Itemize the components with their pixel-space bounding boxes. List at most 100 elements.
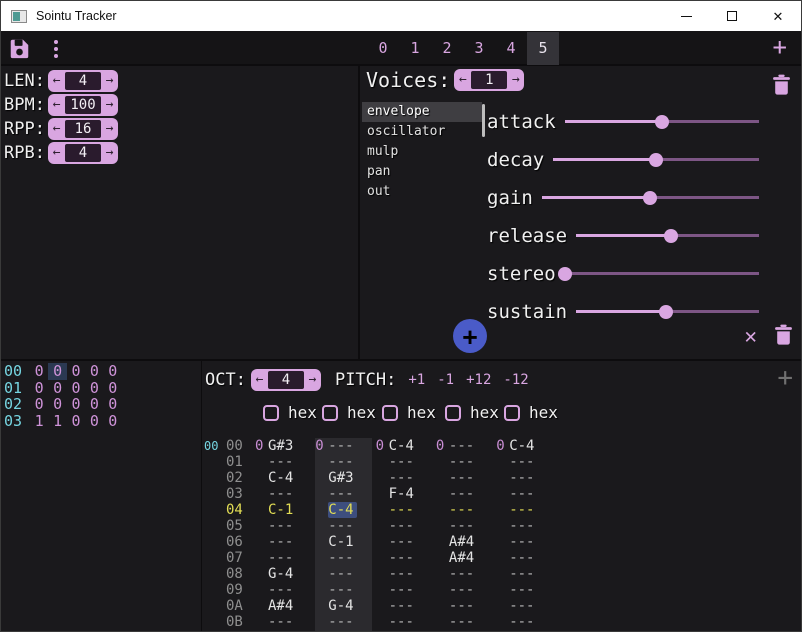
pattern-cell[interactable]: --- — [389, 502, 418, 518]
pattern-number[interactable] — [255, 550, 268, 566]
pattern-number[interactable] — [255, 454, 268, 470]
order-cell[interactable]: 0 — [48, 396, 66, 413]
minimize-button[interactable] — [663, 1, 709, 31]
pattern-cell[interactable]: --- — [389, 582, 418, 598]
release-slider-thumb[interactable] — [664, 229, 678, 243]
pattern-cell[interactable]: C-4 — [328, 502, 357, 518]
pattern-number[interactable] — [315, 534, 328, 550]
rpp-decrement-button[interactable]: ← — [48, 118, 65, 140]
pattern-number[interactable] — [315, 486, 328, 502]
order-cell[interactable]: 1 — [30, 413, 48, 430]
pattern-cell[interactable]: --- — [509, 502, 538, 518]
rpp-increment-button[interactable]: → — [101, 118, 118, 140]
pattern-cell[interactable]: --- — [389, 534, 418, 550]
pattern-cell[interactable]: --- — [509, 598, 538, 614]
pattern-number[interactable] — [436, 470, 449, 486]
decay-slider-thumb[interactable] — [649, 153, 663, 167]
pattern-cell[interactable]: C-4 — [389, 438, 418, 454]
tab-instrument-3[interactable]: 3 — [463, 32, 495, 65]
pattern-number[interactable] — [376, 454, 389, 470]
bpm-increment-button[interactable]: → — [101, 94, 118, 116]
close-button[interactable]: ✕ — [755, 1, 801, 31]
pattern-number[interactable]: 0 — [436, 438, 449, 454]
voices-decrement-button[interactable]: ← — [454, 69, 471, 91]
pattern-number[interactable] — [496, 470, 509, 486]
order-cell[interactable]: 0 — [30, 380, 48, 397]
order-cell[interactable]: 0 — [85, 363, 103, 380]
pattern-cell[interactable]: --- — [328, 566, 357, 582]
stereo-slider[interactable] — [565, 267, 759, 281]
pattern-number[interactable]: 0 — [255, 438, 268, 454]
tab-instrument-2[interactable]: 2 — [431, 32, 463, 65]
release-slider[interactable] — [576, 229, 759, 243]
len-increment-button[interactable]: → — [101, 70, 118, 92]
pattern-cell[interactable]: --- — [509, 614, 538, 630]
menu-button[interactable] — [54, 40, 58, 58]
len-decrement-button[interactable]: ← — [48, 70, 65, 92]
gain-slider[interactable] — [542, 191, 759, 205]
order-cell[interactable]: 0 — [67, 363, 85, 380]
pattern-cell[interactable]: G#3 — [268, 438, 297, 454]
pattern-cell[interactable]: --- — [389, 550, 418, 566]
pattern-number[interactable] — [496, 614, 509, 630]
order-cell[interactable]: 0 — [67, 380, 85, 397]
pattern-number[interactable] — [436, 534, 449, 550]
pattern-number[interactable] — [315, 566, 328, 582]
unit-item-oscillator[interactable]: oscillator — [362, 122, 482, 142]
pattern-number[interactable] — [315, 518, 328, 534]
pattern-cell[interactable]: --- — [389, 518, 418, 534]
pattern-number[interactable] — [315, 550, 328, 566]
pattern-cell[interactable]: --- — [328, 486, 357, 502]
unit-item-mulp[interactable]: mulp — [362, 142, 482, 162]
pattern-number[interactable]: 0 — [315, 438, 328, 454]
unit-list-scrollbar[interactable] — [482, 104, 485, 137]
pattern-cell[interactable]: G-4 — [268, 566, 297, 582]
pattern-number[interactable] — [255, 486, 268, 502]
pattern-cell[interactable]: F-4 — [389, 486, 418, 502]
pattern-cell[interactable]: --- — [328, 614, 357, 630]
pattern-number[interactable] — [255, 470, 268, 486]
pattern-cell[interactable]: --- — [509, 550, 538, 566]
hex-checkbox-track-0[interactable] — [263, 405, 279, 421]
pattern-cell[interactable]: --- — [449, 438, 478, 454]
pattern-cell[interactable]: --- — [509, 486, 538, 502]
pattern-number[interactable] — [436, 550, 449, 566]
pattern-number[interactable] — [255, 518, 268, 534]
gain-slider-thumb[interactable] — [643, 191, 657, 205]
pattern-cell[interactable]: G-4 — [328, 598, 357, 614]
bpm-decrement-button[interactable]: ← — [48, 94, 65, 116]
pattern-number[interactable] — [436, 454, 449, 470]
pattern-number[interactable] — [436, 486, 449, 502]
pattern-cell[interactable]: --- — [389, 454, 418, 470]
pattern-number[interactable] — [315, 454, 328, 470]
pattern-number[interactable] — [315, 598, 328, 614]
octave-increment-button[interactable]: → — [304, 369, 321, 391]
order-cell[interactable]: 0 — [67, 396, 85, 413]
pattern-number[interactable] — [496, 598, 509, 614]
pattern-number[interactable] — [376, 582, 389, 598]
pattern-number[interactable] — [436, 566, 449, 582]
order-cell[interactable]: 0 — [30, 396, 48, 413]
order-cell[interactable]: 0 — [48, 363, 66, 380]
delete-instrument-button[interactable] — [772, 74, 791, 95]
pattern-number[interactable] — [496, 502, 509, 518]
attack-slider-thumb[interactable] — [655, 115, 669, 129]
pattern-cell[interactable]: --- — [509, 566, 538, 582]
pattern-number[interactable] — [376, 614, 389, 630]
len-value[interactable]: 4 — [65, 72, 101, 90]
pattern-number[interactable] — [376, 566, 389, 582]
pattern-cell[interactable]: --- — [449, 454, 478, 470]
pattern-number[interactable] — [376, 534, 389, 550]
tab-instrument-4[interactable]: 4 — [495, 32, 527, 65]
rpb-increment-button[interactable]: → — [101, 142, 118, 164]
pattern-number[interactable] — [496, 518, 509, 534]
pattern-number[interactable] — [496, 454, 509, 470]
hex-checkbox-track-2[interactable] — [382, 405, 398, 421]
rpb-decrement-button[interactable]: ← — [48, 142, 65, 164]
pattern-number[interactable] — [315, 502, 328, 518]
sustain-slider-thumb[interactable] — [659, 305, 673, 319]
pattern-cell[interactable]: C-4 — [509, 438, 538, 454]
pattern-cell[interactable]: --- — [328, 518, 357, 534]
pattern-cell[interactable]: G#3 — [328, 470, 357, 486]
pattern-cell[interactable]: --- — [389, 598, 418, 614]
